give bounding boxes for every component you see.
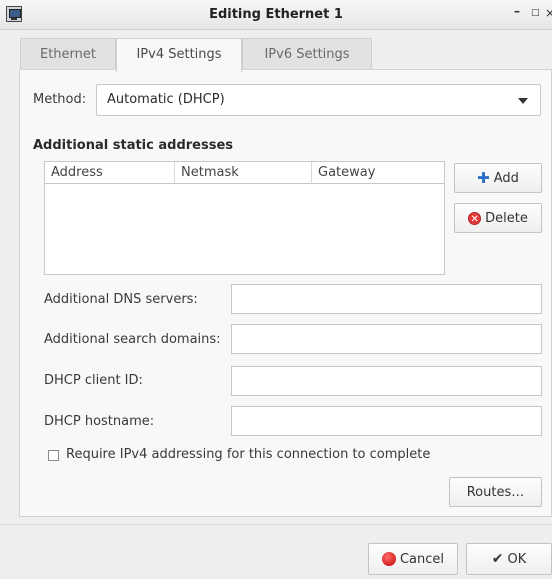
maximize-icon[interactable]: □ [531,8,540,18]
delete-button-label: Delete [485,210,528,226]
footer-divider [0,524,552,525]
ok-button-label: OK [507,551,527,567]
search-domains-label: Additional search domains: [44,332,221,347]
delete-button[interactable]: ✕ Delete [454,203,542,233]
column-header-netmask[interactable]: Netmask [175,162,312,184]
routes-button[interactable]: Routes… [449,477,542,507]
dhcp-client-id-input[interactable] [231,366,542,396]
minimize-icon[interactable]: – [514,4,520,18]
plus-icon: ✚ [477,168,490,187]
section-title: Additional static addresses [33,138,234,153]
search-domains-input[interactable] [231,324,542,354]
method-value: Automatic (DHCP) [107,92,225,107]
window-title: Editing Ethernet 1 [209,7,343,22]
column-header-gateway[interactable]: Gateway [312,162,444,184]
add-button-label: Add [493,170,519,186]
routes-button-label: Routes… [466,484,525,500]
cancel-button[interactable]: Cancel [368,543,458,575]
dhcp-hostname-label: DHCP hostname: [44,414,155,429]
dns-servers-label: Additional DNS servers: [44,292,198,307]
require-ipv4-checkbox[interactable] [48,450,59,461]
title-bar[interactable]: Editing Ethernet 1 – □ × [0,0,552,30]
cancel-icon [381,552,396,566]
dhcp-client-id-label: DHCP client ID: [44,373,143,388]
column-header-address[interactable]: Address [45,162,175,184]
ok-button[interactable]: ✔ OK [466,543,552,575]
method-select[interactable]: Automatic (DHCP) [96,84,541,116]
chevron-down-icon [518,98,528,104]
tab-ethernet[interactable]: Ethernet [20,38,116,70]
dhcp-hostname-input[interactable] [231,406,542,436]
addresses-table[interactable]: Address Netmask Gateway [44,161,445,275]
tab-ipv4-settings[interactable]: IPv4 Settings [116,38,242,72]
require-ipv4-label[interactable]: Require IPv4 addressing for this connect… [66,447,430,462]
tab-ipv6-settings[interactable]: IPv6 Settings [242,38,372,70]
checkmark-icon: ✔ [491,551,504,567]
cancel-button-label: Cancel [399,551,445,567]
add-button[interactable]: ✚ Add [454,163,542,193]
close-icon[interactable]: × [545,6,552,20]
dns-servers-input[interactable] [231,284,542,314]
delete-icon: ✕ [468,211,482,225]
method-label: Method: [33,92,87,107]
